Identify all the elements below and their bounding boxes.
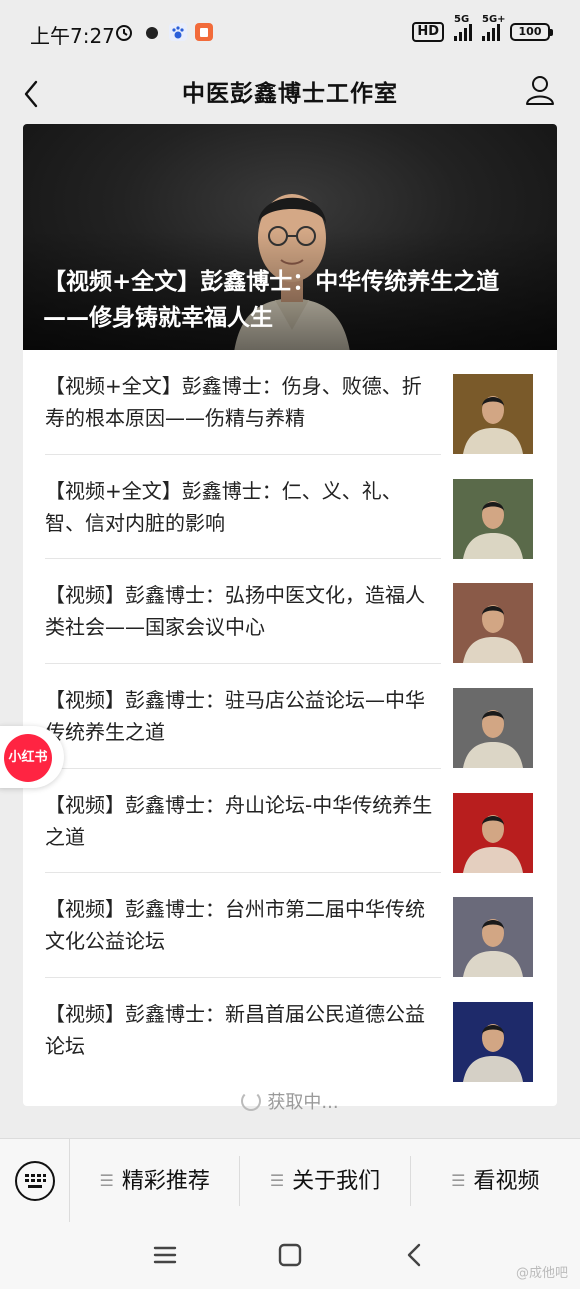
article-thumbnail: [453, 374, 533, 454]
article-title: 【视频】彭鑫博士：驻马店公益论坛—中华传统养生之道: [45, 688, 425, 745]
orange-app-icon: [195, 23, 213, 41]
profile-icon[interactable]: [522, 70, 558, 110]
status-right: HD 5G 5G+ 100: [412, 14, 553, 42]
article-title: 【视频】彭鑫博士：弘扬中医文化，造福人类社会——国家会议中心: [45, 583, 425, 640]
bottom-menu: ☰ 精彩推荐 ☰ 关于我们 ☰ 看视频: [0, 1138, 580, 1223]
article-list-item[interactable]: 【视频】彭鑫博士：驻马店公益论坛—中华传统养生之道: [23, 664, 557, 769]
system-navigation-bar: @成他吧: [0, 1222, 580, 1289]
loading-text: 获取中...: [267, 1092, 339, 1113]
xiaohongshu-logo: 小红书: [4, 734, 52, 782]
loading-indicator: 获取中...: [0, 1088, 580, 1114]
status-time: 上午7:27: [30, 24, 115, 48]
hd-badge: HD: [412, 22, 444, 42]
article-card: 【视频+全文】彭鑫博士：中华传统养生之道——修身铸就幸福人生 【视频+全文】彭鑫…: [23, 124, 557, 1106]
article-thumbnail: [453, 478, 533, 559]
article-list-item[interactable]: 【视频】彭鑫博士：台州市第二届中华传统文化公益论坛: [23, 873, 557, 979]
article-list-item[interactable]: 【视频+全文】彭鑫博士：仁、义、礼、智、信对内脏的影响: [23, 455, 557, 560]
article-title: 【视频+全文】彭鑫博士：仁、义、礼、智、信对内脏的影响: [45, 478, 402, 535]
article-list: 【视频+全文】彭鑫博士：伤身、败德、折寿的根本原因——伤精与养精 【视频+全文】彭…: [23, 350, 557, 1083]
notification-dot-icon: [146, 27, 158, 39]
back-nav-icon[interactable]: [400, 1240, 430, 1270]
menu-watch-video[interactable]: ☰ 看视频: [411, 1156, 580, 1206]
article-title: 【视频】彭鑫博士：新昌首届公民道德公益论坛: [45, 1002, 425, 1059]
menu-lines-icon: ☰: [99, 1170, 114, 1190]
battery-icon: 100: [510, 23, 553, 41]
keyboard-toggle-button[interactable]: [0, 1138, 70, 1223]
alarm-icon: [116, 25, 132, 41]
paw-app-icon: [169, 23, 187, 41]
article-list-item[interactable]: 【视频】彭鑫博士：新昌首届公民道德公益论坛: [23, 978, 557, 1083]
page-title: 中医彭鑫博士工作室: [182, 81, 398, 107]
keyboard-icon: [14, 1160, 55, 1201]
article-list-item[interactable]: 【视频+全文】彭鑫博士：伤身、败德、折寿的根本原因——伤精与养精: [23, 350, 557, 455]
top-header: 中医彭鑫博士工作室: [0, 64, 580, 120]
spinner-icon: [241, 1091, 262, 1111]
status-bar: 上午7:27 HD 5G 5G+ 100: [0, 0, 580, 64]
signal-5g-icon: 5G: [454, 14, 472, 41]
article-title: 【视频】彭鑫博士：舟山论坛-中华传统养生之道: [45, 792, 433, 849]
article-thumbnail: [453, 583, 533, 664]
article-title: 【视频】彭鑫博士：台州市第二届中华传统文化公益论坛: [45, 897, 425, 954]
hero-article[interactable]: 【视频+全文】彭鑫博士：中华传统养生之道——修身铸就幸福人生: [23, 124, 557, 350]
menu-lines-icon: ☰: [269, 1170, 285, 1190]
article-thumbnail: [453, 688, 533, 769]
article-list-item[interactable]: 【视频】彭鑫博士：弘扬中医文化，造福人类社会——国家会议中心: [23, 559, 557, 665]
xiaohongshu-float-button[interactable]: 小红书: [0, 726, 64, 788]
home-icon[interactable]: [275, 1240, 305, 1270]
menu-about-us[interactable]: ☰ 关于我们: [240, 1155, 411, 1206]
signal-5g-plus-icon: 5G+: [482, 14, 506, 41]
article-title: 【视频+全文】彭鑫博士：伤身、败德、折寿的根本原因——伤精与养精: [45, 374, 422, 430]
article-list-item[interactable]: 【视频】彭鑫博士：舟山论坛-中华传统养生之道: [23, 769, 557, 874]
watermark: @成他吧: [515, 1266, 568, 1281]
article-thumbnail: [453, 897, 533, 978]
recent-apps-icon[interactable]: [150, 1240, 180, 1270]
article-thumbnail: [453, 1002, 533, 1083]
article-thumbnail: [453, 792, 533, 873]
hero-title: 【视频+全文】彭鑫博士：中华传统养生之道——修身铸就幸福人生: [43, 269, 500, 331]
menu-lines-icon: ☰: [451, 1170, 466, 1190]
menu-featured[interactable]: ☰ 精彩推荐: [70, 1155, 241, 1206]
